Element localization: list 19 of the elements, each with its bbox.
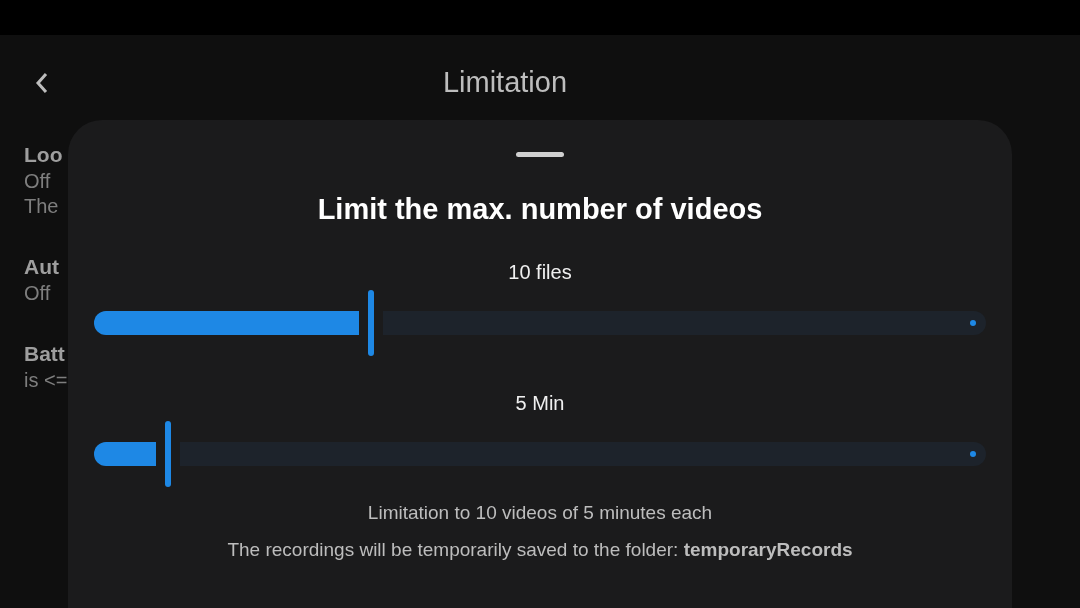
setting-value: Off [24, 169, 51, 194]
slider[interactable] [94, 290, 986, 356]
slider-reading: 5 Min [515, 391, 565, 416]
folder-note: The recordings will be temporarily saved to the folder: temporaryRecords [227, 538, 853, 562]
setting-value: is <= [24, 368, 68, 393]
slider-thumb[interactable] [367, 290, 374, 356]
slider-thumb[interactable] [165, 421, 172, 487]
setting-title: Loo [24, 142, 63, 168]
sheet-title: Limit the max. number of videos [317, 192, 763, 227]
slider-reading: 10 files [508, 260, 572, 285]
setting-value: The [24, 194, 59, 219]
drag-handle[interactable] [516, 152, 564, 157]
setting-title: Aut [24, 254, 59, 280]
page-title: Limitation [442, 65, 568, 101]
summary-text: Limitation to 10 videos of 5 minutes each [367, 501, 713, 525]
back-chevron-icon[interactable] [34, 71, 50, 95]
slider[interactable] [94, 421, 986, 487]
setting-value: Off [24, 281, 51, 306]
setting-title: Batt [24, 341, 65, 367]
